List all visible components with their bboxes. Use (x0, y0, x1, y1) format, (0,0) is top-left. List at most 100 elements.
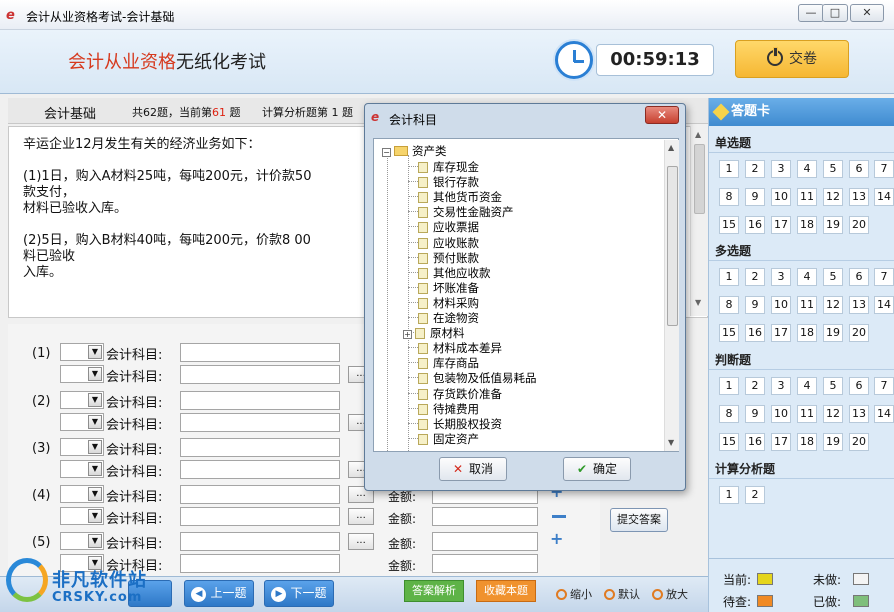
cancel-button[interactable]: ✕ 取消 (439, 457, 507, 481)
answer-card-number[interactable]: 14 (874, 296, 894, 314)
tree-item[interactable]: 材料采购 (418, 295, 479, 311)
answer-card-number[interactable]: 18 (797, 216, 817, 234)
debit-credit-select[interactable]: ▼ (60, 365, 104, 383)
answer-card-number[interactable]: 4 (797, 160, 817, 178)
answer-analysis-button[interactable]: 答案解析 (404, 580, 464, 602)
tree-item[interactable]: 应收票据 (418, 219, 479, 235)
tree-item[interactable]: 包装物及低值易耗品 (418, 370, 537, 386)
answer-card-number[interactable]: 14 (874, 405, 894, 423)
account-input[interactable] (180, 507, 340, 526)
tree-item[interactable]: 待摊费用 (418, 401, 479, 417)
answer-card-number[interactable]: 10 (771, 405, 791, 423)
tree-item[interactable]: 库存现金 (418, 159, 479, 175)
answer-card-number[interactable]: 6 (849, 160, 869, 178)
answer-card-number[interactable]: 11 (797, 188, 817, 206)
close-button[interactable]: ✕ (850, 4, 884, 22)
expand-icon[interactable]: + (403, 330, 412, 340)
answer-card-number[interactable]: 20 (849, 433, 869, 451)
debit-credit-select[interactable]: ▼ (60, 438, 104, 456)
answer-card-number[interactable]: 11 (797, 405, 817, 423)
answer-card-number[interactable]: 20 (849, 324, 869, 342)
answer-card-number[interactable]: 5 (823, 377, 843, 395)
answer-card-number[interactable]: 17 (771, 324, 791, 342)
tree-item[interactable]: 存货跌价准备 (418, 386, 502, 402)
tree-item[interactable]: 应收账款 (418, 235, 479, 251)
answer-card-number[interactable]: 18 (797, 324, 817, 342)
account-input[interactable] (180, 532, 340, 551)
debit-credit-select[interactable]: ▼ (60, 343, 104, 361)
account-picker-button[interactable]: ... (348, 533, 374, 550)
account-input[interactable] (180, 391, 340, 410)
tree-item[interactable]: 在途物资 (418, 310, 479, 326)
amount-input[interactable] (432, 532, 538, 551)
answer-card-number[interactable]: 7 (874, 160, 894, 178)
answer-card-number[interactable]: 19 (823, 433, 843, 451)
account-input[interactable] (180, 438, 340, 457)
answer-card-number[interactable]: 19 (823, 324, 843, 342)
account-input[interactable] (180, 343, 340, 362)
answer-card-number[interactable]: 15 (719, 216, 739, 234)
answer-card-number[interactable]: 7 (874, 268, 894, 286)
add-row-icon[interactable]: + (550, 529, 563, 548)
answer-card-number[interactable]: 14 (874, 188, 894, 206)
answer-card-number[interactable]: 6 (849, 377, 869, 395)
tree-root-assets[interactable]: − 资产类 (382, 143, 447, 159)
answer-card-number[interactable]: 15 (719, 433, 739, 451)
answer-card-number[interactable]: 9 (745, 296, 765, 314)
tree-item[interactable]: 长期股权投资 (418, 416, 502, 432)
answer-card-number[interactable]: 15 (719, 324, 739, 342)
tree-item[interactable]: 其他应收款 (418, 265, 491, 281)
tree-item[interactable]: 材料成本差异 (418, 340, 502, 356)
debit-credit-select[interactable]: ▼ (60, 413, 104, 431)
maximize-button[interactable]: □ (822, 4, 848, 22)
answer-card-number[interactable]: 12 (823, 188, 843, 206)
answer-card-number[interactable]: 18 (797, 433, 817, 451)
debit-credit-select[interactable]: ▼ (60, 485, 104, 503)
account-input[interactable] (180, 413, 340, 432)
remove-row-icon[interactable] (552, 515, 566, 518)
answer-card-number[interactable]: 2 (745, 160, 765, 178)
debit-credit-select[interactable]: ▼ (60, 460, 104, 478)
amount-input[interactable] (432, 554, 538, 573)
answer-card-number[interactable]: 6 (849, 268, 869, 286)
tree-item[interactable]: 银行存款 (418, 174, 479, 190)
answer-card-number[interactable]: 4 (797, 268, 817, 286)
tree-item[interactable]: 预付账款 (418, 250, 479, 266)
answer-card-number[interactable]: 17 (771, 216, 791, 234)
tree-item[interactable]: 交易性金融资产 (418, 204, 514, 220)
prev-question-button[interactable]: ◀ 上一题 (184, 580, 254, 607)
minimize-button[interactable]: — (798, 4, 824, 22)
question-scrollbar[interactable]: ▲ ▼ (690, 126, 708, 316)
favorite-question-button[interactable]: 收藏本题 (476, 580, 536, 602)
answer-card-number[interactable]: 4 (797, 377, 817, 395)
answer-card-number[interactable]: 1 (719, 486, 739, 504)
amount-input[interactable] (432, 507, 538, 526)
answer-card-number[interactable]: 13 (849, 188, 869, 206)
answer-card-number[interactable]: 5 (823, 268, 843, 286)
answer-card-number[interactable]: 17 (771, 433, 791, 451)
answer-card-number[interactable]: 1 (719, 377, 739, 395)
answer-card-number[interactable]: 16 (745, 216, 765, 234)
answer-card-number[interactable]: 1 (719, 268, 739, 286)
tree-item[interactable]: + 原材料 (403, 325, 465, 341)
answer-card-number[interactable]: 20 (849, 216, 869, 234)
zoom-default-button[interactable]: 默认 (604, 586, 640, 602)
zoom-in-button[interactable]: 放大 (652, 586, 688, 602)
answer-card-number[interactable]: 2 (745, 377, 765, 395)
collapse-icon[interactable]: − (382, 148, 391, 157)
tree-item[interactable]: 固定资产 (418, 431, 479, 447)
answer-card-number[interactable]: 11 (797, 296, 817, 314)
debit-credit-select[interactable]: ▼ (60, 507, 104, 525)
answer-card-number[interactable]: 12 (823, 296, 843, 314)
answer-card-number[interactable]: 13 (849, 405, 869, 423)
ok-button[interactable]: ✔ 确定 (563, 457, 631, 481)
answer-card-number[interactable]: 3 (771, 268, 791, 286)
tree-item[interactable]: 坏账准备 (418, 280, 479, 296)
answer-card-number[interactable]: 3 (771, 377, 791, 395)
answer-card-number[interactable]: 7 (874, 377, 894, 395)
answer-card-number[interactable]: 16 (745, 433, 765, 451)
tree-scrollbar[interactable]: ▲ ▼ (664, 140, 679, 451)
answer-card-number[interactable]: 16 (745, 324, 765, 342)
next-question-button[interactable]: ▶ 下一题 (264, 580, 334, 607)
account-input[interactable] (180, 554, 340, 573)
